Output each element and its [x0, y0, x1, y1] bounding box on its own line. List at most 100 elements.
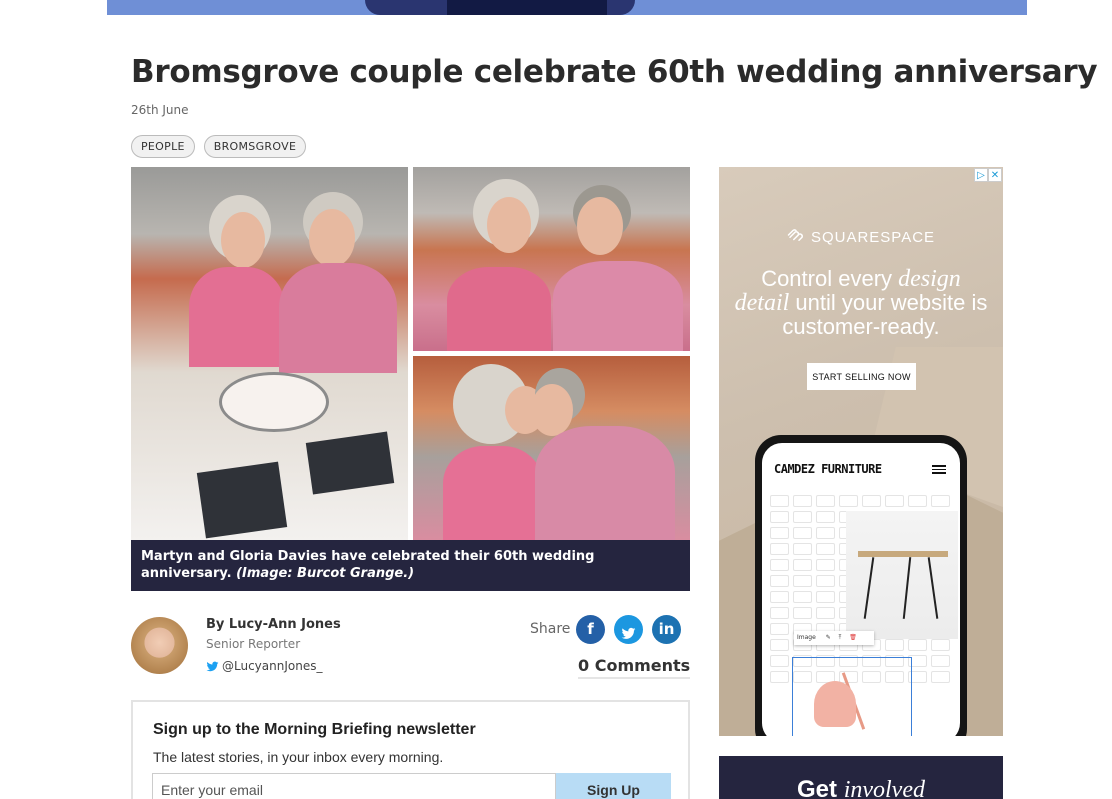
grid-cell: [908, 639, 927, 651]
newsletter-email-input[interactable]: [152, 773, 556, 799]
ad-headline-part: Control every: [761, 266, 899, 291]
grid-cell: [770, 511, 789, 523]
ad-brand: SQUARESPACE: [719, 228, 1003, 247]
lamp-image: [814, 681, 856, 727]
grid-cell: [908, 495, 927, 507]
grid-cell: [770, 575, 789, 587]
twitter-icon: [621, 622, 636, 651]
grid-cell: [885, 495, 904, 507]
grid-cell: [770, 591, 789, 603]
photo-napkin: [196, 461, 288, 539]
photo-shirt: [553, 261, 683, 351]
adchoices-icon[interactable]: ▷: [974, 168, 988, 182]
photo-shirt: [279, 263, 397, 373]
editor-toolbar-label: Image: [797, 634, 816, 641]
grid-cell: [793, 591, 812, 603]
ad-headline-emphasis: design: [898, 266, 961, 292]
get-involved-promo[interactable]: Get involved: [719, 756, 1003, 799]
grid-cell: [793, 575, 812, 587]
phone-site-title: CAMDEZ FURNITURE: [774, 462, 882, 476]
furniture-table-image: [846, 511, 958, 639]
hero-image-collage[interactable]: Martyn and Gloria Davies have celebrated…: [131, 167, 690, 591]
hamburger-menu-icon: [932, 465, 946, 474]
twitter-share-button[interactable]: [614, 615, 643, 644]
ad-brand-name: SQUARESPACE: [810, 229, 936, 246]
caption-credit: (Image: Burcot Grange.): [236, 566, 415, 581]
top-ad-banner[interactable]: [107, 0, 1027, 15]
grid-cell: [816, 559, 835, 571]
comments-link[interactable]: 0 Comments: [578, 656, 691, 679]
author-avatar[interactable]: [131, 617, 188, 674]
ad-cta-button[interactable]: START SELLING NOW: [807, 363, 916, 390]
squarespace-ad[interactable]: ▷ ✕ SQUARESPACE Control every design deta…: [719, 167, 1003, 736]
promo-text: Get: [797, 776, 844, 799]
align-top-icon: ⤒: [838, 634, 842, 641]
ad-close-icon[interactable]: ✕: [988, 168, 1002, 182]
article-headline: Bromsgrove couple celebrate 60th wedding…: [131, 54, 1098, 90]
adchoices-controls[interactable]: ▷ ✕: [974, 168, 1002, 182]
author-twitter-link[interactable]: @LucyannJones_: [206, 659, 322, 673]
article-date: 26th June: [131, 103, 189, 117]
author-twitter-handle: @LucyannJones_: [222, 659, 323, 673]
grid-cell: [931, 639, 950, 651]
facebook-icon: f: [587, 620, 594, 638]
grid-cell: [770, 527, 789, 539]
pencil-icon: ✎: [825, 634, 831, 641]
newsletter-subtitle: The latest stories, in your inbox every …: [153, 749, 444, 765]
ad-phone-mockup: CAMDEZ FURNITURE Image ✎ ⤒ 🗑: [755, 435, 967, 736]
grid-cell: [770, 559, 789, 571]
author-role: Senior Reporter: [206, 637, 301, 651]
newsletter-signup-button[interactable]: Sign Up: [556, 773, 671, 799]
grid-cell: [770, 655, 789, 667]
grid-cell: [816, 591, 835, 603]
photo-face-man: [531, 384, 573, 436]
author-name[interactable]: By Lucy-Ann Jones: [206, 617, 341, 632]
editor-toolbar: Image ✎ ⤒ 🗑: [794, 631, 874, 645]
image-caption: Martyn and Gloria Davies have celebrated…: [131, 540, 690, 591]
grid-cell: [816, 511, 835, 523]
grid-cell: [793, 543, 812, 555]
grid-cell: [931, 671, 950, 683]
grid-cell: [931, 655, 950, 667]
twitter-bird-icon: [206, 660, 219, 673]
grid-cell: [770, 639, 789, 651]
newsletter-title: Sign up to the Morning Briefing newslett…: [153, 721, 476, 738]
facebook-share-button[interactable]: f: [576, 615, 605, 644]
grid-cell: [839, 495, 858, 507]
ad-headline-emphasis: detail: [734, 290, 790, 316]
banner-graphic-center: [447, 0, 607, 15]
grid-cell: [816, 495, 835, 507]
photo-dress: [443, 446, 543, 540]
photo-face-man: [309, 209, 355, 267]
table-leg: [902, 557, 912, 619]
linkedin-share-button[interactable]: in: [652, 615, 681, 644]
tag-people[interactable]: PEOPLE: [131, 135, 195, 158]
grid-cell: [816, 543, 835, 555]
share-label: Share: [530, 621, 571, 637]
grid-cell: [816, 527, 835, 539]
photo-face-man: [577, 197, 623, 255]
trash-icon: 🗑: [849, 634, 857, 641]
grid-cell: [793, 527, 812, 539]
article-tags: PEOPLE BROMSGROVE: [131, 135, 307, 158]
photo-dress: [447, 267, 551, 351]
grid-cell: [770, 543, 789, 555]
photo-shirt: [535, 426, 675, 540]
ad-headline: Control every design detail until your we…: [729, 267, 993, 339]
photo-couple-kiss: [413, 356, 690, 540]
photo-napkin-2: [305, 431, 395, 495]
tag-bromsgrove[interactable]: BROMSGROVE: [203, 135, 307, 158]
grid-cell: [770, 607, 789, 619]
table-leg: [927, 557, 939, 619]
grid-cell: [885, 639, 904, 651]
squarespace-logo-icon: [787, 228, 805, 247]
grid-cell: [793, 511, 812, 523]
photo-dress: [189, 267, 285, 367]
photo-couple-cake: [131, 167, 408, 540]
photo-couple-portrait: [413, 167, 690, 351]
ad-headline-part: until your website is customer-ready.: [782, 290, 988, 339]
table-leg: [863, 557, 875, 619]
grid-cell: [770, 671, 789, 683]
grid-cell: [862, 495, 881, 507]
grid-cell: [816, 607, 835, 619]
